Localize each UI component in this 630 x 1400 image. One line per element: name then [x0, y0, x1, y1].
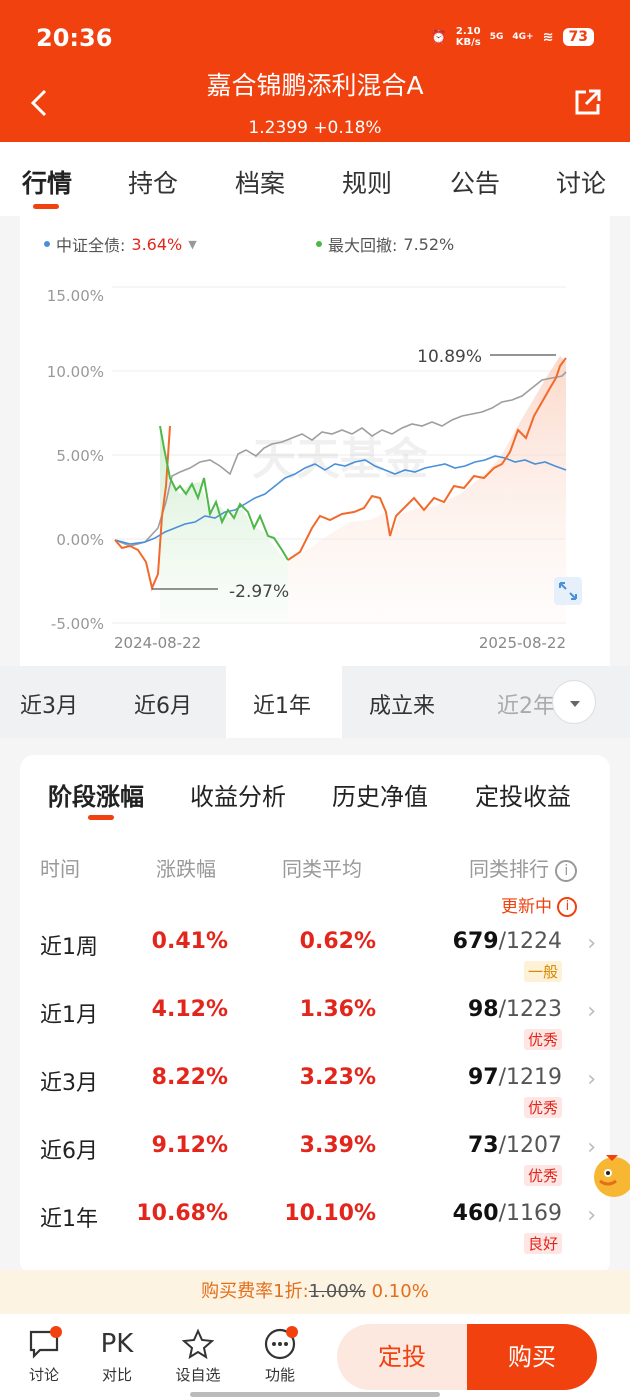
max-annotation: 10.89%	[417, 347, 482, 367]
chart-watermark: 天天基金	[252, 434, 429, 485]
rank-badge: 优秀	[523, 1097, 562, 1118]
y-tick-0: 0.00%	[56, 531, 104, 549]
x-end-label: 2025-08-22	[479, 634, 566, 652]
chevron-right-icon: ›	[587, 931, 596, 956]
perf-tab-underline	[88, 815, 114, 820]
table-row[interactable]: 近1月 4.12% 1.36% 98/1223 › 优秀	[20, 983, 610, 1051]
fee-banner[interactable]: 购买费率1折:1.00% 0.10%	[0, 1270, 630, 1314]
x-start-label: 2024-08-22	[114, 634, 201, 652]
perf-tab-sip[interactable]: 定投收益	[475, 777, 571, 812]
period-1y[interactable]: 近1年	[253, 688, 311, 720]
col-change: 涨跌幅	[156, 857, 216, 881]
alarm-icon: ⏰	[430, 29, 447, 45]
fund-title: 嘉合锦鹏添利混合A	[206, 71, 424, 100]
nav-functions[interactable]: 功能	[250, 1324, 310, 1385]
period-selector: 近3月 近6月 近1年 成立来 近2年	[0, 666, 630, 738]
min-annotation: -2.97%	[229, 582, 289, 602]
nav-discussion[interactable]: 讨论	[14, 1324, 74, 1385]
fund-area	[288, 356, 566, 623]
y-tick-labels: 15.00% 10.00% 5.00% 0.00% -5.00%	[47, 287, 104, 633]
perf-tab-stage[interactable]: 阶段涨幅	[48, 777, 144, 812]
updating-badge[interactable]: 更新中 i	[501, 892, 578, 917]
period-2y[interactable]: 近2年	[497, 688, 555, 720]
info-icon[interactable]: i	[555, 859, 578, 882]
tab-profile[interactable]: 档案	[235, 164, 285, 200]
signal-4g-icon: 4G+	[512, 32, 534, 42]
chat-icon	[14, 1324, 74, 1364]
perf-tab-analysis[interactable]: 收益分析	[190, 777, 286, 812]
mascot-icon[interactable]	[590, 1145, 630, 1201]
share-icon[interactable]	[572, 88, 602, 122]
home-indicator[interactable]	[190, 1392, 440, 1397]
sip-button[interactable]: 定投	[337, 1324, 467, 1390]
header: 20:36 ⏰ 2.10 KB/s 5G 4G+ ≋ 73 嘉合锦鹏添利混合A 1…	[0, 0, 630, 142]
nav-compare[interactable]: PK 对比	[87, 1324, 147, 1385]
table-row[interactable]: 近3月 8.22% 3.23% 97/1219 › 优秀	[20, 1051, 610, 1119]
table-row[interactable]: 近1周 0.41% 0.62% 679/1224 › 一般	[20, 915, 610, 983]
chevron-right-icon: ›	[587, 1203, 596, 1228]
rank-badge: 一般	[523, 961, 562, 982]
rank-badge: 良好	[523, 1233, 562, 1254]
tab-discussion[interactable]: 讨论	[556, 164, 606, 200]
chart-card: 中证全债:3.64% ▼ 最大回撤:7.52% 15.00% 10.00%	[20, 216, 610, 666]
performance-card: 阶段涨幅 收益分析 历史净值 定投收益 时间 涨跌幅 同类平均 同类排行 i 更…	[20, 755, 610, 1275]
wifi-icon: ≋	[542, 29, 554, 45]
table-row[interactable]: 近6月 9.12% 3.39% 73/1207 › 优秀	[20, 1119, 610, 1187]
y-tick-5: 5.00%	[56, 447, 104, 465]
info-icon: i	[557, 897, 578, 917]
y-tick-15: 15.00%	[47, 287, 104, 305]
period-3m[interactable]: 近3月	[20, 688, 78, 720]
chevron-down-icon[interactable]	[552, 680, 596, 724]
fund-nav-change: 1.2399 +0.18%	[248, 118, 382, 138]
nav-add-watchlist[interactable]: 设自选	[168, 1324, 228, 1385]
col-time: 时间	[40, 857, 80, 881]
tab-rules[interactable]: 规则	[342, 164, 392, 200]
perf-tab-history[interactable]: 历史净值	[332, 777, 428, 812]
tab-announcements[interactable]: 公告	[450, 164, 500, 200]
chevron-right-icon: ›	[587, 999, 596, 1024]
status-time: 20:36	[36, 24, 113, 52]
table-row[interactable]: 近1年 10.68% 10.10% 460/1169 › 良好	[20, 1187, 610, 1255]
tab-underline	[33, 204, 59, 209]
more-icon	[250, 1324, 310, 1364]
buy-button[interactable]: 购买	[467, 1324, 597, 1390]
y-tick-10: 10.00%	[47, 363, 104, 381]
period-since-inception[interactable]: 成立来	[369, 688, 435, 720]
status-icons: ⏰ 2.10 KB/s 5G 4G+ ≋ 73	[431, 26, 594, 48]
col-rank[interactable]: 同类排行 i	[469, 853, 578, 882]
tab-holdings[interactable]: 持仓	[128, 164, 178, 200]
net-speed: 2.10 KB/s	[455, 26, 481, 48]
signal-5g-icon: 5G	[489, 32, 504, 42]
performance-chart: 15.00% 10.00% 5.00% 0.00% -5.00% 天天基金 10…	[47, 286, 567, 652]
chevron-right-icon: ›	[587, 1067, 596, 1092]
pk-icon: PK	[100, 1329, 134, 1359]
y-tick-neg5: -5.00%	[51, 615, 104, 633]
col-avg: 同类平均	[282, 857, 362, 881]
battery-icon: 73	[562, 28, 594, 46]
top-tabs: 行情 持仓 档案 规则 公告 讨论	[0, 142, 630, 216]
period-6m[interactable]: 近6月	[134, 688, 192, 720]
rank-badge: 优秀	[523, 1029, 562, 1050]
star-icon	[168, 1324, 228, 1364]
bottom-nav: 讨论 PK 对比 设自选 功能 定投 购买	[0, 1314, 630, 1400]
expand-icon[interactable]	[554, 577, 582, 605]
rank-badge: 优秀	[523, 1165, 562, 1186]
tab-market[interactable]: 行情	[22, 164, 72, 200]
